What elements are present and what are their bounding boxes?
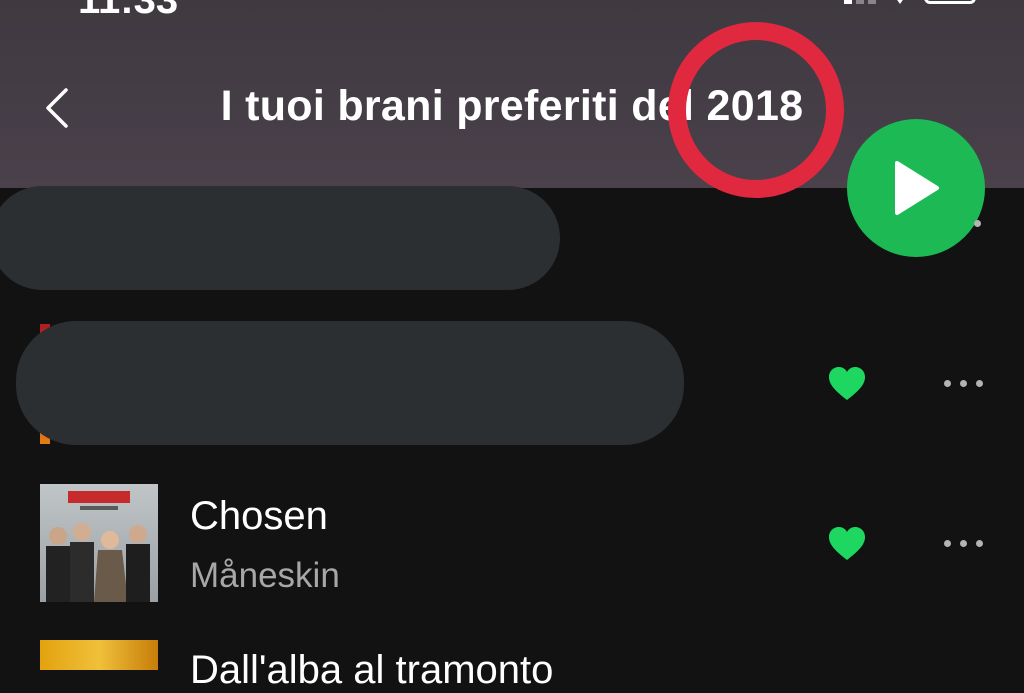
status-bar-time: 11:33 — [78, 0, 179, 22]
status-bar-icons — [844, 0, 976, 4]
track-title[interactable]: Dall'alba al tramonto — [190, 648, 553, 693]
battery-icon — [924, 0, 976, 4]
signal-icon — [844, 0, 876, 4]
redaction-block — [16, 321, 684, 445]
more-options-icon[interactable] — [944, 380, 988, 394]
cover-logo — [68, 491, 130, 503]
more-options-icon-partial[interactable] — [974, 220, 984, 230]
play-icon — [895, 161, 939, 215]
cover-subtitle — [80, 506, 118, 510]
redaction-block — [0, 186, 560, 290]
wifi-icon — [890, 0, 910, 4]
heart-icon[interactable] — [828, 366, 866, 402]
play-button[interactable] — [847, 119, 985, 257]
track-cover-art — [40, 640, 158, 670]
track-artist: Måneskin — [190, 556, 340, 595]
heart-icon[interactable] — [828, 526, 866, 562]
page-title-text: I tuoi brani preferiti del 2018 — [220, 82, 804, 130]
page-title: I tuoi brani preferiti del 2018 — [0, 82, 1024, 131]
track-cover-art — [40, 484, 158, 602]
cover-photo — [46, 523, 150, 602]
more-options-icon[interactable] — [944, 540, 988, 554]
track-title[interactable]: Chosen — [190, 494, 328, 539]
